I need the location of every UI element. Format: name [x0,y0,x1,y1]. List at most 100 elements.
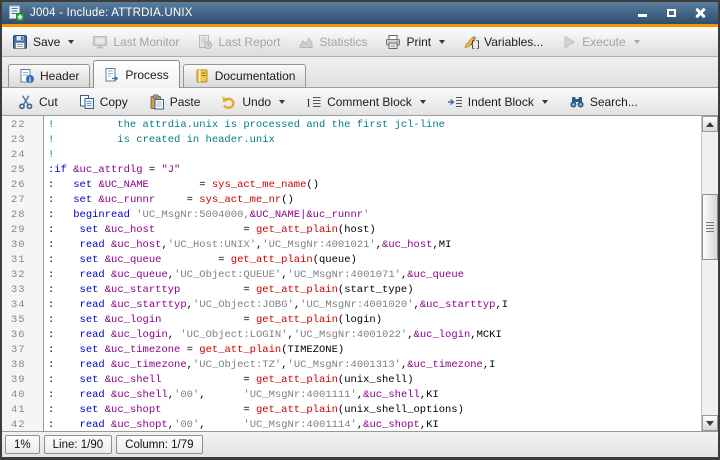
line-number: 35 [2,313,43,328]
title-bar: J004 - Include: ATTRDIA.UNIX [2,2,718,24]
code-segment: read [80,299,105,311]
code-segment: : [48,179,73,191]
variables-button[interactable]: {}Variables... [457,31,549,53]
maximize-button[interactable] [663,7,679,20]
code-segment: &uc_shopt [363,419,420,431]
code-line: : read &uc_login, 'UC_Object:LOGIN','UC_… [48,328,701,343]
undo-button[interactable]: Undo [215,91,291,113]
comment-block-dropdown-arrow[interactable] [420,100,426,104]
print-label: Print [406,35,431,49]
code-segment: : [48,374,80,386]
line-number: 34 [2,298,43,313]
code-segment: &uc_host [382,239,432,251]
close-button[interactable] [692,7,708,20]
line-number: 42 [2,418,43,431]
code-segment: (start_type) [338,284,414,296]
variables-icon: {} [463,34,479,50]
code-segment: = [155,224,256,236]
minimize-icon [638,14,647,17]
code-segment: , [199,389,243,401]
indent-block-button[interactable]: Indent Block [441,91,554,113]
code-segment: set [80,404,99,416]
code-segment: &uc_starttyp [111,299,187,311]
indent-block-dropdown-arrow[interactable] [542,100,548,104]
code-segment: &uc_attrdlg [73,164,142,176]
line-indicator: Line: 1/90 [44,435,113,454]
execute-dropdown-arrow [634,40,640,44]
code-segment: get_att_plain [256,284,338,296]
line-number: 29 [2,223,43,238]
code-segment: read [80,419,105,431]
print-button[interactable]: Print [379,31,451,53]
code-segment: sys_act_me_name [212,179,307,191]
tab-documentation[interactable]: Documentation [183,64,307,87]
code-area[interactable]: ! the attrdia.unix is processed and the … [44,116,701,431]
line-number: 30 [2,238,43,253]
code-segment: ,I [483,359,496,371]
code-segment: : [48,239,80,251]
execute-button: Execute [555,31,645,53]
code-line: : set &uc_runnr = sys_act_me_nr() [48,193,701,208]
comment-block-button[interactable]: IComment Block [300,91,432,113]
statistics-button: Statistics [292,31,373,53]
code-segment: &UC_NAME [98,179,148,191]
code-segment: 'UC_Object:QUEUE' [174,269,281,281]
minimize-button[interactable] [634,7,650,20]
code-segment: : [48,299,80,311]
code-segment: : [48,404,80,416]
print-dropdown-arrow[interactable] [439,40,445,44]
code-segment: = [161,314,256,326]
code-segment: &UC_NAME|&uc_runnr [250,209,363,221]
code-segment: : [48,284,80,296]
code-line: : set &uc_host = get_att_plain(host) [48,223,701,238]
report-icon [197,34,213,50]
maximize-icon [667,9,676,17]
save-button[interactable]: Save [6,31,80,53]
line-number: 40 [2,388,43,403]
code-segment: &uc_login [105,314,162,326]
line-number-gutter: 2223242526272829303132333435363738394041… [2,116,44,431]
code-segment: 'UC_Object:JOBG' [193,299,294,311]
scroll-down-button[interactable] [702,415,718,431]
scroll-up-button[interactable] [702,116,718,132]
code-segment: () [306,179,319,191]
search-button[interactable]: Search... [563,91,644,113]
code-segment: ,MI [432,239,451,251]
tab-process-label: Process [125,68,168,82]
undo-label: Undo [242,95,271,109]
svg-text:I: I [307,95,311,109]
code-line: ! the attrdia.unix is processed and the … [48,118,701,133]
scroll-up-icon [706,122,714,127]
line-number: 22 [2,118,43,133]
code-line: : set &uc_shell = get_att_plain(unix_she… [48,373,701,388]
code-segment: &uc_runnr [98,194,155,206]
code-segment: = [143,164,162,176]
paste-button[interactable]: Paste [143,91,207,113]
tab-process[interactable]: Process [93,60,179,88]
code-line: ! [48,148,701,163]
code-segment: &uc_queue [407,269,464,281]
window-controls [634,7,712,20]
tab-header[interactable]: iHeader [8,64,90,87]
code-line: : read &uc_timezone,'UC_Object:TZ','UC_M… [48,358,701,373]
scrollbar-track[interactable] [702,132,718,415]
cut-button[interactable]: Cut [12,91,64,113]
code-line: :if &uc_attrdlg = "J" [48,163,701,178]
code-line: : read &uc_starttyp,'UC_Object:JOBG','UC… [48,298,701,313]
scrollbar-thumb[interactable] [702,194,718,260]
indent-block-icon [447,94,463,110]
code-segment: (unix_shell_options) [338,404,464,416]
vertical-scrollbar [701,116,718,431]
copy-button[interactable]: Copy [73,91,134,113]
window-icon [8,5,24,21]
line-number: 39 [2,373,43,388]
code-segment: &uc_shopt [111,419,168,431]
save-dropdown-arrow[interactable] [68,40,74,44]
undo-dropdown-arrow[interactable] [279,100,285,104]
code-segment: &uc_host [111,239,161,251]
code-segment: read [80,269,105,281]
code-segment: get_att_plain [256,314,338,326]
code-segment: &uc_shell [111,389,168,401]
code-segment: set [80,314,99,326]
code-segment: 'UC_MsgNr:4001021' [262,239,375,251]
